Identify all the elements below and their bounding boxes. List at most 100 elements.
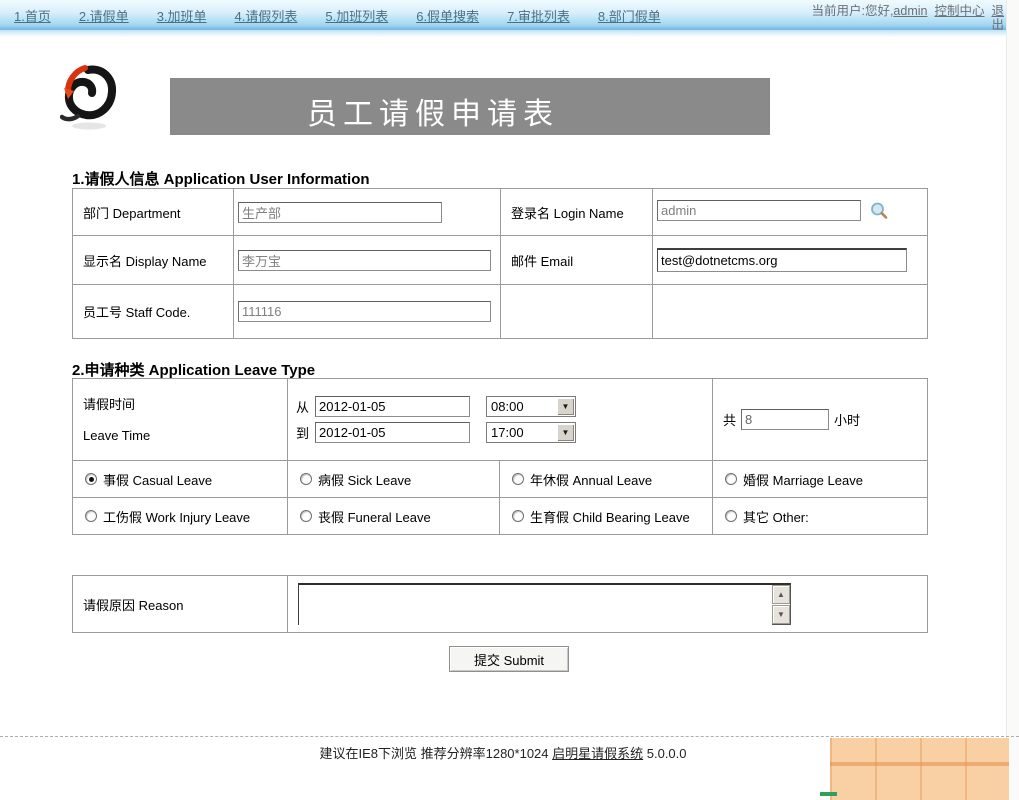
scroll-down-icon[interactable]: ▼ bbox=[772, 605, 790, 624]
leave-type-marriage[interactable]: 婚假 Marriage Leave bbox=[725, 470, 927, 489]
leave-type-casual[interactable]: 事假 Casual Leave bbox=[85, 470, 287, 489]
reason-input-cell: ▲ ▼ bbox=[288, 576, 928, 633]
leave-type-annual[interactable]: 年休假 Annual Leave bbox=[512, 470, 712, 489]
table-row: 部门 Department 登录名 Login Name bbox=[73, 189, 928, 236]
to-label: 到 bbox=[296, 423, 309, 442]
nav-item-department-leave[interactable]: 8.部门假单 bbox=[598, 6, 661, 25]
display-name-label: 显示名 Display Name bbox=[83, 254, 207, 269]
leave-type-cell: 丧假 Funeral Leave bbox=[288, 498, 500, 535]
page-scrollbar-track[interactable] bbox=[1006, 0, 1019, 800]
table-row: 显示名 Display Name 邮件 Email bbox=[73, 236, 928, 285]
nav-item-leave-form[interactable]: 2.请假单 bbox=[79, 6, 129, 25]
nav-item-home[interactable]: 1.首页 bbox=[14, 6, 51, 25]
to-time-select[interactable]: 17:00▼ bbox=[486, 422, 576, 443]
leave-type-sick[interactable]: 病假 Sick Leave bbox=[300, 470, 499, 489]
chevron-down-icon[interactable]: ▼ bbox=[557, 424, 574, 441]
display-name-label-cell: 显示名 Display Name bbox=[73, 236, 234, 285]
display-name-input[interactable] bbox=[238, 250, 491, 271]
from-time-select[interactable]: 08:00 ▼ bbox=[486, 396, 576, 417]
leave-type-sick-label: 病假 Sick Leave bbox=[318, 470, 411, 489]
control-center-link[interactable]: 控制中心 bbox=[934, 4, 984, 18]
leave-type-casual-radio[interactable] bbox=[85, 473, 97, 485]
leave-type-funeral-label: 丧假 Funeral Leave bbox=[318, 507, 431, 526]
logout-link[interactable]: 退出 bbox=[991, 4, 1004, 32]
leave-type-sick-radio[interactable] bbox=[300, 473, 312, 485]
leave-type-funeral-radio[interactable] bbox=[300, 510, 312, 522]
total-hours-input[interactable] bbox=[741, 409, 829, 430]
current-user-area: 当前用户:您好,admin控制中心退出 bbox=[808, 4, 1004, 32]
nav-fade bbox=[0, 30, 1019, 37]
chevron-down-icon[interactable]: ▼ bbox=[557, 398, 574, 415]
department-input-cell bbox=[234, 189, 501, 236]
reason-label: 请假原因 Reason bbox=[83, 598, 183, 613]
section1-heading: 1.请假人信息 Application User Information bbox=[72, 168, 370, 189]
leave-type-cell: 工伤假 Work Injury Leave bbox=[73, 498, 288, 535]
current-user-link[interactable]: admin bbox=[893, 4, 927, 18]
search-icon[interactable] bbox=[869, 201, 889, 224]
table-row: 员工号 Staff Code. bbox=[73, 285, 928, 339]
leave-time-label-en: Leave Time bbox=[83, 420, 287, 451]
staff-code-label: 员工号 Staff Code. bbox=[83, 305, 190, 320]
empty-cell bbox=[501, 285, 653, 339]
nav-item-approval-list[interactable]: 7.审批列表 bbox=[507, 6, 570, 25]
staff-code-label-cell: 员工号 Staff Code. bbox=[73, 285, 234, 339]
company-swirl-logo bbox=[60, 64, 118, 132]
leave-type-funeral[interactable]: 丧假 Funeral Leave bbox=[300, 507, 499, 526]
leave-type-cell: 事假 Casual Leave bbox=[73, 461, 288, 498]
department-label-cell: 部门 Department bbox=[73, 189, 234, 236]
leave-type-annual-radio[interactable] bbox=[512, 473, 524, 485]
reason-textarea[interactable] bbox=[299, 585, 772, 625]
email-label: 邮件 Email bbox=[511, 254, 573, 269]
email-label-cell: 邮件 Email bbox=[501, 236, 653, 285]
reason-textarea-box: ▲ ▼ bbox=[298, 583, 791, 625]
leave-type-child-bearing[interactable]: 生育假 Child Bearing Leave bbox=[512, 507, 712, 526]
leave-type-annual-label: 年休假 Annual Leave bbox=[530, 470, 652, 489]
leave-type-marriage-radio[interactable] bbox=[725, 473, 737, 485]
scroll-up-icon[interactable]: ▲ bbox=[772, 585, 790, 604]
nav-item-leave-search[interactable]: 6.假单搜索 bbox=[416, 6, 479, 25]
submit-button[interactable]: 提交 Submit bbox=[449, 646, 569, 672]
reason-scrollbar[interactable]: ▲ ▼ bbox=[772, 585, 790, 625]
empty-cell bbox=[653, 285, 928, 339]
nav-item-leave-list[interactable]: 4.请假列表 bbox=[235, 6, 298, 25]
leave-type-row-1: 事假 Casual Leave 病假 Sick Leave 年休假 Annual… bbox=[73, 461, 928, 498]
footer-version: 5.0.0.0 bbox=[643, 746, 686, 761]
leave-type-other-radio[interactable] bbox=[725, 510, 737, 522]
form-title-banner: 员工请假申请表 bbox=[170, 78, 770, 135]
page-title: 员工请假申请表 bbox=[170, 78, 770, 133]
leave-type-cell: 婚假 Marriage Leave bbox=[713, 461, 928, 498]
department-input[interactable] bbox=[238, 202, 442, 223]
leave-type-other[interactable]: 其它 Other: bbox=[725, 507, 927, 526]
swirl-logo-icon bbox=[60, 64, 118, 132]
leave-type-work-injury[interactable]: 工伤假 Work Injury Leave bbox=[85, 507, 287, 526]
from-time-value: 08:00 bbox=[491, 399, 524, 414]
to-date-input[interactable] bbox=[315, 422, 470, 443]
leave-type-marriage-label: 婚假 Marriage Leave bbox=[743, 470, 863, 489]
reason-label-cell: 请假原因 Reason bbox=[73, 576, 288, 633]
footer-system-link[interactable]: 启明星请假系统 bbox=[552, 746, 643, 761]
leave-time-label-cell: 请假时间 Leave Time bbox=[73, 379, 288, 461]
login-name-input[interactable] bbox=[657, 200, 861, 221]
login-name-input-cell bbox=[653, 189, 928, 236]
leave-type-cell: 其它 Other: bbox=[713, 498, 928, 535]
display-name-input-cell bbox=[234, 236, 501, 285]
email-input[interactable] bbox=[657, 248, 907, 272]
staff-code-input-cell bbox=[234, 285, 501, 339]
from-date-input[interactable] bbox=[315, 396, 470, 417]
leave-type-cell: 年休假 Annual Leave bbox=[500, 461, 713, 498]
leave-type-child-bearing-radio[interactable] bbox=[512, 510, 524, 522]
nav-item-overtime-list[interactable]: 5.加班列表 bbox=[325, 6, 388, 25]
top-nav: 1.首页 2.请假单 3.加班单 4.请假列表 5.加班列表 6.假单搜索 7.… bbox=[0, 0, 1019, 30]
nav-item-overtime-form[interactable]: 3.加班单 bbox=[157, 6, 207, 25]
staff-code-input[interactable] bbox=[238, 301, 491, 322]
user-info-table: 部门 Department 登录名 Login Name 显示名 Display… bbox=[72, 188, 928, 339]
footer-text: 建议在IE8下浏览 推荐分辨率1280*1024 bbox=[319, 746, 552, 761]
leave-type-cell: 病假 Sick Leave bbox=[288, 461, 500, 498]
email-input-cell bbox=[653, 236, 928, 285]
leave-type-row-2: 工伤假 Work Injury Leave 丧假 Funeral Leave 生… bbox=[73, 498, 928, 535]
section2-heading: 2.申请种类 Application Leave Type bbox=[72, 359, 315, 380]
leave-type-work-injury-radio[interactable] bbox=[85, 510, 97, 522]
leave-time-label-cn: 请假时间 bbox=[83, 389, 287, 420]
decorative-grid-image bbox=[830, 738, 1009, 800]
leave-type-table: 请假时间 Leave Time 从 08:00▼ 到 17:00▼ bbox=[72, 378, 928, 535]
